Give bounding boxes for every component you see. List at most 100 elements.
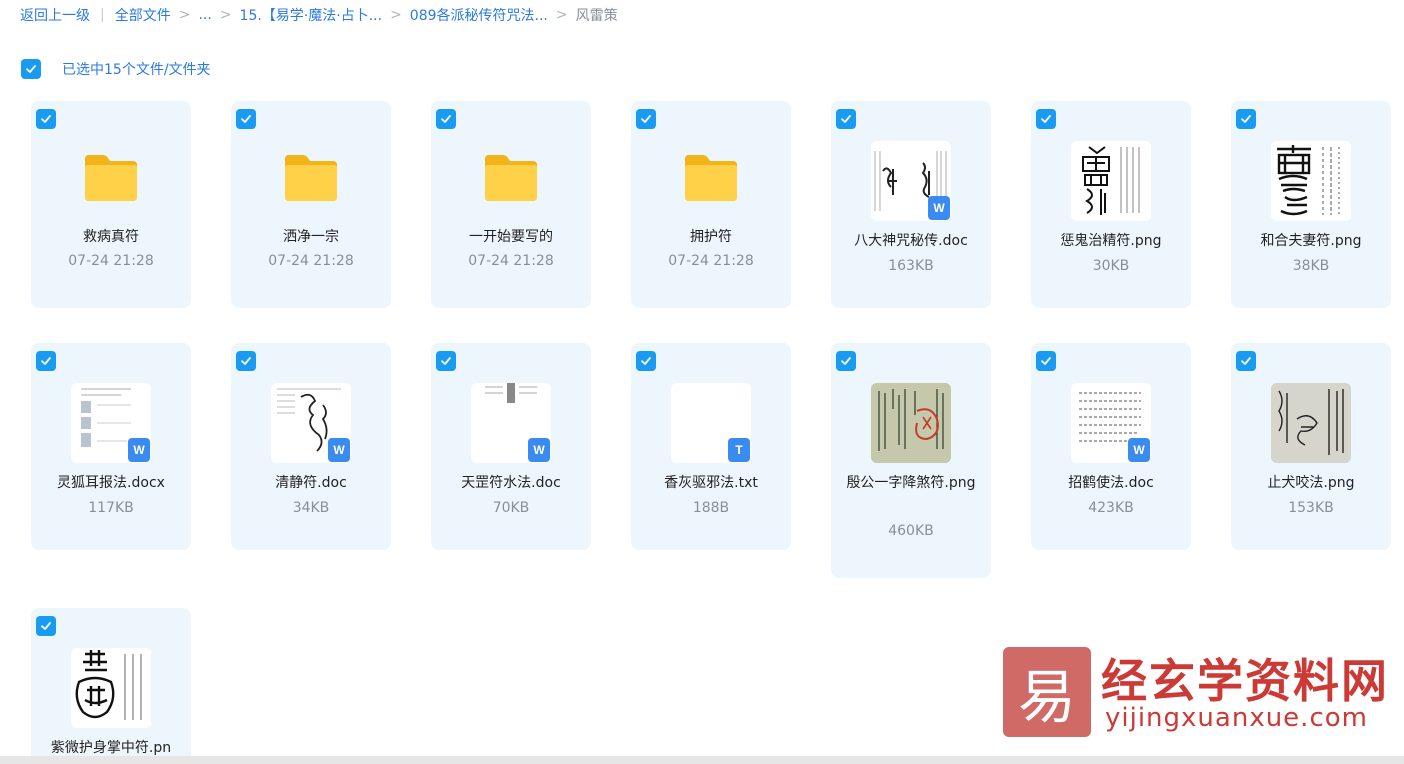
file-meta: 38KB [1292,258,1330,274]
file-card[interactable]: 拥护符 07-24 21:28 [631,101,791,308]
check-icon [441,115,451,123]
word-doc-icon: W [328,438,350,462]
image-thumbnail [71,648,151,728]
image-thumbnail [1271,141,1351,221]
item-checkbox[interactable] [636,351,656,371]
file-card[interactable]: T 香灰驱邪法.txt 188B [631,343,791,550]
file-meta: 117KB [88,500,134,516]
breadcrumb-separator: > [390,7,402,23]
word-doc-icon: W [928,196,950,220]
word-doc-icon: W [528,438,550,462]
watermark-title: 经玄学资料网 [1101,654,1389,708]
check-icon [841,357,851,365]
word-doc-icon: W [1128,438,1150,462]
watermark-seal: 易 [1003,647,1091,737]
file-card[interactable]: W 灵狐耳报法.docx 117KB [31,343,191,550]
file-meta: 423KB [1088,500,1134,516]
file-card[interactable]: 惩鬼治精符.png 30KB [1031,101,1191,308]
watermark-logo: 易 经玄学资料网 yijingxuanxue.com [1003,645,1387,741]
item-checkbox[interactable] [236,109,256,129]
item-checkbox[interactable] [636,109,656,129]
item-checkbox[interactable] [36,109,56,129]
watermark-seal-char: 易 [1017,663,1076,731]
file-name: 天罡符水法.doc [461,475,561,491]
file-meta: 07-24 21:28 [468,253,554,269]
file-name: 拥护符 [690,229,732,245]
image-thumbnail [1271,383,1351,463]
file-card[interactable]: W 清静符.doc 34KB [231,343,391,550]
file-meta: 188B [692,500,730,516]
item-checkbox[interactable] [1036,351,1056,371]
file-name: 八大神咒秘传.doc [854,233,968,249]
image-thumbnail [1071,141,1151,221]
item-checkbox[interactable] [836,109,856,129]
item-checkbox[interactable] [1036,109,1056,129]
file-meta: 70KB [492,500,530,516]
folder-icon [485,155,537,201]
file-card[interactable]: 紫微护身掌中符.pn [31,608,191,764]
breadcrumb: 返回上一级 | 全部文件 > ... > 15.【易学·魔法·占卜... > 0… [20,4,618,26]
file-meta: 460KB [888,523,934,539]
file-meta: 30KB [1092,258,1130,274]
folder-icon [285,155,337,201]
check-icon [1041,357,1051,365]
check-icon [841,115,851,123]
check-icon [241,115,251,123]
file-name: 殷公一字降煞符.png [846,475,976,491]
file-name: 和合夫妻符.png [1260,233,1362,249]
check-icon [41,115,51,123]
breadcrumb-separator: > [219,7,232,23]
item-checkbox[interactable] [36,351,56,371]
breadcrumb-item-15[interactable]: 15.【易学·魔法·占卜... [240,5,383,25]
file-name: 惩鬼治精符.png [1060,233,1162,249]
watermark-url: yijingxuanxue.com [1105,703,1368,733]
file-card[interactable]: 洒净一宗 07-24 21:28 [231,101,391,308]
folder-icon [685,155,737,201]
file-card[interactable]: 殷公一字降煞符.png 460KB [831,343,991,578]
file-meta: 07-24 21:28 [68,253,154,269]
check-icon [1241,115,1251,123]
horizontal-scrollbar[interactable] [0,756,1404,764]
file-card[interactable]: W 天罡符水法.doc 70KB [431,343,591,550]
item-checkbox[interactable] [436,351,456,371]
item-checkbox[interactable] [36,616,56,636]
breadcrumb-divider: | [100,7,105,23]
file-card[interactable]: 止犬咬法.png 153KB [1231,343,1391,550]
file-card[interactable]: 救病真符 07-24 21:28 [31,101,191,308]
file-name: 一开始要写的 [469,229,553,245]
breadcrumb-separator: > [555,7,568,23]
selection-bar: 已选中15个文件/文件夹 [21,59,211,79]
word-doc-icon: W [128,438,150,462]
check-icon [641,357,651,365]
file-card[interactable]: W 招鹤使法.doc 423KB [1031,343,1191,550]
file-card[interactable]: 一开始要写的 07-24 21:28 [431,101,591,308]
item-checkbox[interactable] [1236,351,1256,371]
item-checkbox[interactable] [436,109,456,129]
check-icon [41,622,51,630]
check-icon [1241,357,1251,365]
item-checkbox[interactable] [236,351,256,371]
breadcrumb-ellipsis[interactable]: ... [198,7,211,23]
breadcrumb-all-files[interactable]: 全部文件 [115,5,171,25]
file-meta: 07-24 21:28 [668,253,754,269]
file-name: 香灰驱邪法.txt [664,475,758,491]
breadcrumb-current: 风雷策 [575,8,618,24]
back-link[interactable]: 返回上一级 [20,5,90,25]
file-meta: 163KB [888,258,934,274]
check-icon [1041,115,1051,123]
check-icon [641,115,651,123]
file-name: 清静符.doc [275,475,347,491]
file-name: 止犬咬法.png [1267,475,1355,491]
image-thumbnail [871,383,951,463]
item-checkbox[interactable] [836,351,856,371]
file-name: 招鹤使法.doc [1068,475,1154,491]
file-card[interactable]: 和合夫妻符.png 38KB [1231,101,1391,308]
breadcrumb-item-089[interactable]: 089各派秘传符咒法... [410,5,548,25]
folder-icon [85,155,137,201]
check-icon [26,65,36,73]
selection-count-text: 已选中15个文件/文件夹 [62,62,211,78]
item-checkbox[interactable] [1236,109,1256,129]
file-meta: 07-24 21:28 [268,253,354,269]
file-card[interactable]: W 八大神咒秘传.doc 163KB [831,101,991,308]
select-all-checkbox[interactable] [21,59,41,79]
